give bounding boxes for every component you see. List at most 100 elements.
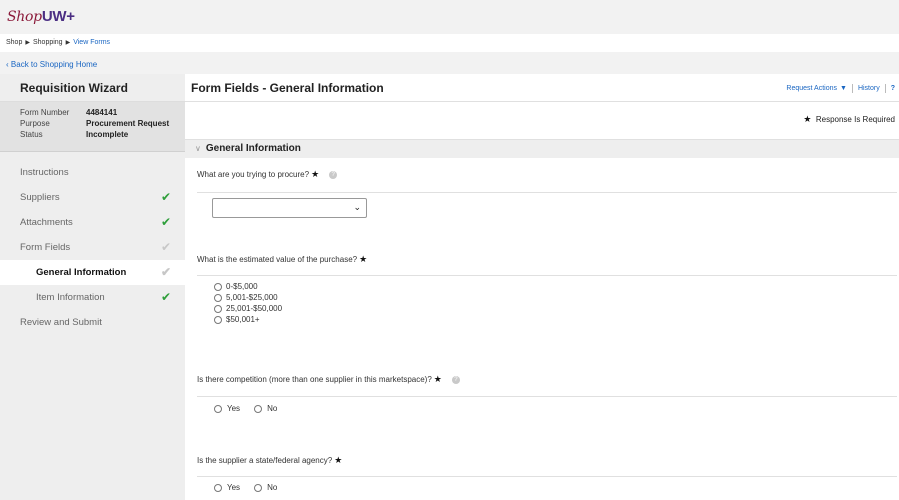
question-label: Is the supplier a state/federal agency? xyxy=(197,456,333,465)
radio-label: $50,001+ xyxy=(226,315,260,324)
divider xyxy=(197,275,897,276)
question-competition: Is there competition (more than one supp… xyxy=(197,374,460,385)
request-actions-label: Request Actions xyxy=(786,85,837,92)
radio-button[interactable] xyxy=(254,404,263,413)
sidebar-item-label: Suppliers xyxy=(20,192,60,203)
radio-button[interactable] xyxy=(214,483,222,492)
sidebar-item-form-fields[interactable]: Form Fields ✔ xyxy=(0,235,185,260)
wizard-nav: Instructions Suppliers ✔ Attachments ✔ F… xyxy=(0,152,185,335)
meta-key: Form Number xyxy=(20,108,70,117)
back-to-shopping-home-link[interactable]: ‹ Back to Shopping Home xyxy=(6,60,97,69)
procure-type-select[interactable]: ⌄ xyxy=(212,198,367,218)
meta-value: Procurement Request xyxy=(86,119,170,128)
radio-label: 25,001-$50,000 xyxy=(226,304,283,313)
question-estimated-value: What is the estimated value of the purch… xyxy=(197,254,367,265)
radio-label: Yes xyxy=(227,404,241,413)
checkmark-icon: ✔ xyxy=(161,290,172,304)
section-general-information[interactable]: ∨ General Information xyxy=(185,140,899,158)
competition-radio-group: Yes No xyxy=(214,404,291,413)
wizard-sidebar: Requisition Wizard Form Number 4484141 P… xyxy=(0,74,185,500)
history-link[interactable]: History xyxy=(858,85,880,92)
sidebar-item-general-information[interactable]: General Information ✔ xyxy=(0,260,185,285)
sidebar-item-instructions[interactable]: Instructions xyxy=(0,160,185,185)
required-legend-text: Response Is Required xyxy=(815,115,895,124)
question-label: What is the estimated value of the purch… xyxy=(197,255,358,264)
checkmark-icon: ✔ xyxy=(161,240,172,254)
chevron-right-icon: ▶ xyxy=(65,40,71,46)
header-actions: Request Actions ▼ History ? xyxy=(786,84,895,93)
required-legend-row: ★ Response Is Required xyxy=(185,102,899,140)
sidebar-item-item-information[interactable]: Item Information ✔ xyxy=(0,285,185,310)
divider xyxy=(851,84,853,93)
breadcrumb-shopping[interactable]: Shopping xyxy=(33,39,63,46)
radio-option-no[interactable]: No xyxy=(254,404,277,413)
form-meta: Form Number 4484141 Purpose Procurement … xyxy=(0,102,185,152)
top-bar: ShopUW+ xyxy=(0,0,899,34)
section-title: General Information xyxy=(205,143,301,154)
chevron-down-icon: ⌄ xyxy=(353,202,361,212)
request-actions-button[interactable]: Request Actions ▼ xyxy=(786,85,847,92)
radio-option-yes[interactable]: Yes xyxy=(214,483,240,492)
chevron-left-icon: ‹ xyxy=(6,60,9,69)
sidebar-item-review-and-submit[interactable]: Review and Submit xyxy=(0,310,185,335)
radio-label: 5,001-$25,000 xyxy=(226,293,278,302)
radio-button[interactable] xyxy=(214,282,222,291)
question-procure: What are you trying to procure? ★? xyxy=(197,169,338,180)
radio-button[interactable] xyxy=(214,293,222,302)
caret-down-icon: ▼ xyxy=(840,85,847,92)
required-star-icon: ★ xyxy=(803,114,812,124)
radio-option-25001-50000[interactable]: 25,001-$50,000 xyxy=(214,303,282,314)
radio-button[interactable] xyxy=(254,483,263,492)
breadcrumb-shop[interactable]: Shop xyxy=(6,39,22,46)
required-star-icon: ★ xyxy=(334,455,343,465)
required-star-icon: ★ xyxy=(311,169,320,179)
sidebar-item-label: Instructions xyxy=(20,167,69,178)
sidebar-item-label: General Information xyxy=(36,267,127,278)
divider xyxy=(197,476,897,477)
required-star-icon: ★ xyxy=(433,374,442,384)
checkmark-icon: ✔ xyxy=(161,215,172,229)
meta-form-number: Form Number 4484141 xyxy=(20,107,177,118)
shop-uw-logo[interactable]: ShopUW+ xyxy=(7,8,75,25)
required-star-icon: ★ xyxy=(359,254,368,264)
radio-button[interactable] xyxy=(214,404,222,413)
radio-option-50001-plus[interactable]: $50,001+ xyxy=(214,314,282,325)
radio-option-0-5000[interactable]: 0-$5,000 xyxy=(214,281,282,292)
help-circle-icon[interactable]: ? xyxy=(329,171,338,179)
sidebar-item-attachments[interactable]: Attachments ✔ xyxy=(0,210,185,235)
radio-label: No xyxy=(267,404,278,413)
divider xyxy=(197,192,897,193)
radio-option-5001-25000[interactable]: 5,001-$25,000 xyxy=(214,292,282,303)
main-content: Form Fields - General Information Reques… xyxy=(185,74,899,500)
sidebar-item-label: Attachments xyxy=(20,217,73,228)
question-label: Is there competition (more than one supp… xyxy=(197,375,432,384)
meta-value: Incomplete xyxy=(86,130,129,139)
help-circle-icon[interactable]: ? xyxy=(451,376,460,384)
required-legend: ★ Response Is Required xyxy=(803,114,895,125)
sidebar-item-label: Form Fields xyxy=(20,242,71,253)
sidebar-item-label: Item Information xyxy=(36,292,105,303)
main-header: Form Fields - General Information Reques… xyxy=(185,74,899,102)
page-title: Form Fields - General Information xyxy=(191,81,384,95)
supplier-agency-radio-group: Yes No xyxy=(214,483,291,492)
sidebar-item-suppliers[interactable]: Suppliers ✔ xyxy=(0,185,185,210)
radio-label: 0-$5,000 xyxy=(226,282,258,291)
meta-key: Status xyxy=(20,130,43,139)
radio-option-yes[interactable]: Yes xyxy=(214,404,240,413)
radio-label: Yes xyxy=(227,483,241,492)
radio-option-no[interactable]: No xyxy=(254,483,277,492)
divider xyxy=(197,396,897,397)
logo-uw-text: UW+ xyxy=(41,8,75,25)
back-link-label: Back to Shopping Home xyxy=(10,60,98,69)
meta-key: Purpose xyxy=(20,119,50,128)
logo-shop-text: Shop xyxy=(7,9,42,25)
radio-button[interactable] xyxy=(214,315,222,324)
help-link[interactable]: ? xyxy=(891,85,895,92)
radio-button[interactable] xyxy=(214,304,222,313)
question-label: What are you trying to procure? xyxy=(197,170,310,179)
chevron-down-icon: ∨ xyxy=(195,144,201,153)
sidebar-item-label: Review and Submit xyxy=(20,317,102,328)
breadcrumb-view-forms[interactable]: View Forms xyxy=(73,39,110,46)
back-bar: ‹ Back to Shopping Home xyxy=(0,52,899,74)
estimated-value-radio-group: 0-$5,000 5,001-$25,000 25,001-$50,000 $5… xyxy=(214,281,282,325)
